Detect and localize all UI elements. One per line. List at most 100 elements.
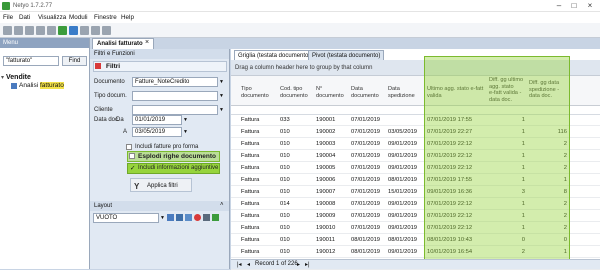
table-cell: 09/01/2019 <box>388 165 418 171</box>
close-button[interactable]: × <box>583 1 597 11</box>
col-header-cod-tipo[interactable]: Cod. tipo documento <box>280 86 308 99</box>
import-layout-icon[interactable] <box>212 214 219 221</box>
table-cell: 07/01/2019 <box>351 165 381 171</box>
col-header-data-spedizione[interactable]: Data spedizione <box>388 86 415 99</box>
new-icon[interactable] <box>3 26 12 35</box>
date-to-input[interactable]: 03/05/2019 <box>132 127 182 137</box>
maximize-button[interactable]: □ <box>567 1 581 11</box>
chevron-down-icon[interactable]: ▼ <box>183 129 188 135</box>
chevron-down-icon[interactable]: ▼ <box>219 79 224 85</box>
chevron-down-icon[interactable]: ▼ <box>183 117 188 123</box>
new-layout-icon[interactable] <box>167 214 174 221</box>
table-cell: 190004 <box>316 153 336 159</box>
columns-highlight <box>424 56 570 260</box>
table-cell: 07/01/2019 <box>351 117 381 123</box>
prev-record-icon[interactable]: ◂ <box>247 261 250 268</box>
table-cell: Fattura <box>241 237 260 243</box>
table-cell: Fattura <box>241 153 260 159</box>
open-icon[interactable] <box>14 26 23 35</box>
table-cell: 08/01/2019 <box>351 237 381 243</box>
excel-export-icon[interactable] <box>58 26 67 35</box>
menu-visualizza[interactable]: Visualizza <box>38 14 66 21</box>
table-cell: 010 <box>280 237 290 243</box>
tree-item-vendite[interactable]: Vendite <box>6 74 31 81</box>
delete-layout-icon[interactable] <box>194 214 201 221</box>
first-record-icon[interactable]: |◂ <box>237 261 242 268</box>
home-icon[interactable] <box>69 26 78 35</box>
table-cell: 09/01/2019 <box>388 213 418 219</box>
date-from-input[interactable]: 01/01/2019 <box>132 115 182 125</box>
menu-help[interactable]: Help <box>121 14 134 21</box>
table-cell: 190003 <box>316 141 336 147</box>
esplodi-checkbox[interactable] <box>129 153 135 159</box>
next-record-icon[interactable]: ▸ <box>297 261 300 268</box>
minimize-button[interactable]: – <box>552 1 566 11</box>
table-cell: 09/01/2019 <box>388 225 418 231</box>
apply-filters-button[interactable]: Y Applica filtri <box>130 178 192 192</box>
col-header-tipo-documento[interactable]: Tipo documento <box>241 86 269 99</box>
tree-collapse-icon[interactable]: ▾ <box>1 74 4 81</box>
menu-moduli[interactable]: Moduli <box>69 14 88 21</box>
search-icon[interactable] <box>91 26 100 35</box>
table-cell: Fattura <box>241 129 260 135</box>
documento-select[interactable]: Fatture_NoteCredito <box>132 77 218 87</box>
da-label: Da <box>116 117 124 123</box>
print-icon[interactable] <box>47 26 56 35</box>
apply-filter-icon: Y <box>134 182 140 191</box>
tree-item-analisi-fatturato[interactable]: Analisi fatturato <box>19 82 64 89</box>
cliente-label: Cliente <box>94 107 113 113</box>
layout-select[interactable]: VUOTO <box>93 213 159 223</box>
menu-bar: File Dati Visualizza Moduli Finestre Hel… <box>0 12 600 23</box>
menu-file[interactable]: File <box>3 14 13 21</box>
grid-navigator: |◂ ◂ Record 1 of 226 ▸ ▸| <box>231 259 600 269</box>
col-header-data-documento[interactable]: Data documento <box>351 86 379 99</box>
pro-forma-checkbox[interactable] <box>126 144 132 150</box>
table-cell: 190001 <box>316 117 336 123</box>
refresh-icon[interactable] <box>36 26 45 35</box>
menu-pane-header: Menu <box>0 38 89 48</box>
table-cell: Fattura <box>241 213 260 219</box>
settings-icon[interactable] <box>102 26 111 35</box>
find-button[interactable]: Find <box>62 56 87 66</box>
group-by-hint: Drag a column header here to group by th… <box>235 65 373 71</box>
search-match-highlight: fatturato <box>39 82 64 89</box>
chevron-down-icon[interactable]: ▼ <box>160 215 165 221</box>
table-cell: 190008 <box>316 201 336 207</box>
col-header-numero[interactable]: N° documento <box>316 86 344 99</box>
table-cell: 07/01/2019 <box>351 225 381 231</box>
table-cell: 07/01/2019 <box>351 213 381 219</box>
table-cell: 010 <box>280 177 290 183</box>
table-cell: 190012 <box>316 249 336 255</box>
close-tab-icon[interactable]: × <box>145 39 149 46</box>
menu-dati[interactable]: Dati <box>19 14 30 21</box>
table-cell: 190002 <box>316 129 336 135</box>
tab-pivot[interactable]: Pivot (testata documento) <box>308 50 385 60</box>
table-cell: 09/01/2019 <box>388 201 418 207</box>
app-logo-icon <box>2 2 10 10</box>
menu-search-input[interactable]: "fatturato" <box>3 56 59 66</box>
table-cell: 03/05/2019 <box>388 129 418 135</box>
table-cell: Fattura <box>241 201 260 207</box>
filter-icon[interactable] <box>80 26 89 35</box>
tipo-docum-select[interactable] <box>132 91 218 101</box>
table-cell: Fattura <box>241 177 260 183</box>
table-cell: 08/01/2019 <box>351 249 381 255</box>
filtri-section-header[interactable]: Filtri <box>93 61 227 72</box>
pro-forma-label: Includi fatture pro forma <box>135 144 199 150</box>
chevron-down-icon[interactable]: ▼ <box>219 107 224 113</box>
last-record-icon[interactable]: ▸| <box>305 261 310 268</box>
chevron-up-icon[interactable]: ˄ <box>220 202 224 208</box>
save-layout-icon[interactable] <box>176 214 183 221</box>
table-cell: 07/01/2019 <box>351 129 381 135</box>
check-icon[interactable]: ✓ <box>130 164 135 172</box>
filter-icon <box>95 63 101 69</box>
tab-griglia[interactable]: Griglia (testata documento) <box>234 50 315 60</box>
chevron-down-icon[interactable]: ▼ <box>219 93 224 99</box>
export-layout-icon[interactable] <box>203 214 210 221</box>
table-cell: 08/01/2019 <box>388 177 418 183</box>
save-icon[interactable] <box>25 26 34 35</box>
menu-finestre[interactable]: Finestre <box>94 14 117 21</box>
cliente-select[interactable] <box>132 105 218 115</box>
save-as-layout-icon[interactable] <box>185 214 192 221</box>
table-cell: 07/01/2019 <box>351 153 381 159</box>
